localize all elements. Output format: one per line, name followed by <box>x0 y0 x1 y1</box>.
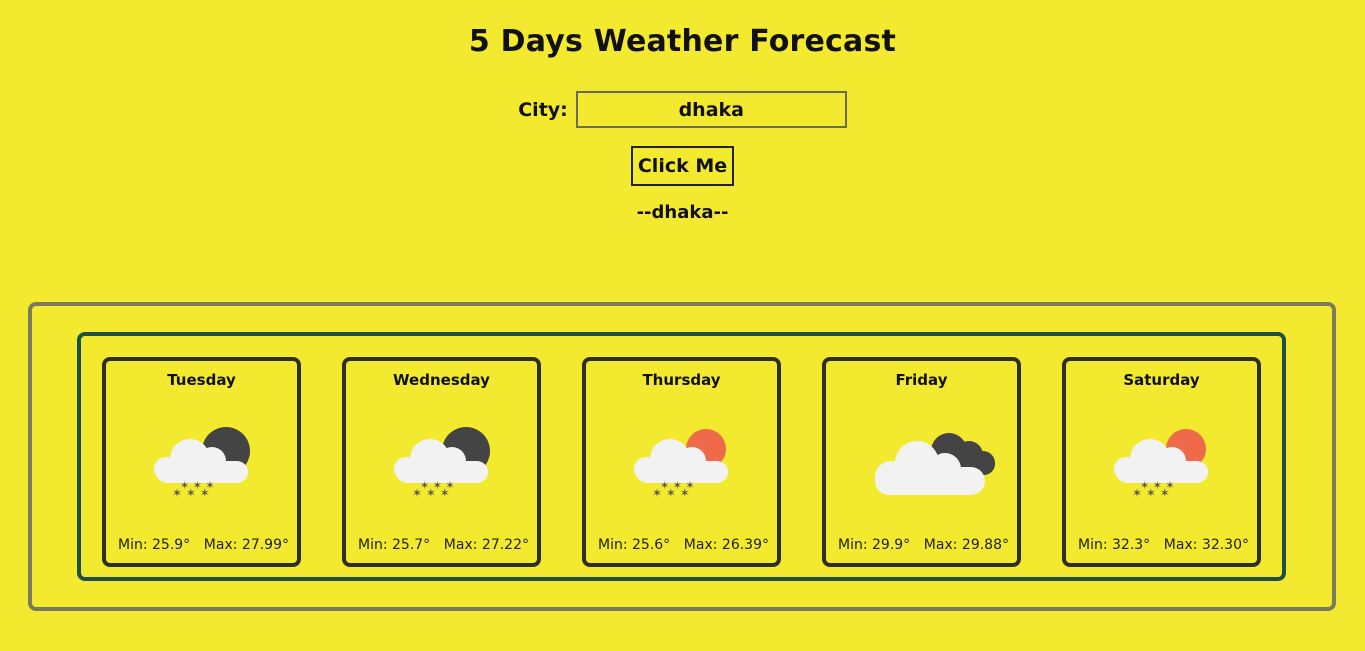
rain-cloud-moon-icon: ✶ ✶ ✶ ✶ ✶ ✶ <box>394 427 490 500</box>
temperature-row: Min: 32.3° Max: 32.30° <box>1066 537 1257 553</box>
rain-cloud-sun-icon: ✶ ✶ ✶ ✶ ✶ ✶ <box>634 429 728 500</box>
day-name: Friday <box>895 371 948 389</box>
click-me-button[interactable]: Click Me <box>630 146 735 186</box>
min-temp: Min: 32.3° <box>1078 537 1151 553</box>
svg-text:✶ ✶ ✶: ✶ ✶ ✶ <box>1140 479 1175 492</box>
city-result-label: --dhaka-- <box>636 202 729 223</box>
day-name: Wednesday <box>393 371 490 389</box>
temperature-row: Min: 25.6° Max: 26.39° <box>586 537 777 553</box>
city-input[interactable] <box>575 91 847 128</box>
forecast-card-friday: Friday Min: 29.9° Max: 29.88° <box>822 357 1021 567</box>
min-temp: Min: 25.9° <box>118 537 191 553</box>
max-temp: Max: 29.88° <box>923 537 1009 553</box>
forecast-card-saturday: Saturday ✶ ✶ ✶ ✶ ✶ ✶ Min: 32.3° Max: 32.… <box>1062 357 1261 567</box>
min-temp: Min: 25.7° <box>358 537 431 553</box>
svg-text:✶ ✶ ✶: ✶ ✶ ✶ <box>420 479 455 492</box>
max-temp: Max: 27.22° <box>443 537 529 553</box>
min-temp: Min: 25.6° <box>598 537 671 553</box>
min-temp: Min: 29.9° <box>838 537 911 553</box>
max-temp: Max: 27.99° <box>203 537 289 553</box>
day-name: Tuesday <box>167 371 236 389</box>
svg-text:✶ ✶ ✶: ✶ ✶ ✶ <box>180 479 215 492</box>
page-title: 5 Days Weather Forecast <box>468 24 897 59</box>
button-row: Click Me <box>0 146 1365 186</box>
rain-cloud-sun-icon: ✶ ✶ ✶ ✶ ✶ ✶ <box>1114 429 1208 500</box>
weather-app: 5 Days Weather Forecast City: Click Me -… <box>0 0 1365 651</box>
day-name: Thursday <box>642 371 721 389</box>
forecast-card-thursday: Thursday ✶ ✶ ✶ ✶ ✶ ✶ Min: 25.6° Max: 26.… <box>582 357 781 567</box>
forecast-card-tuesday: Tuesday ✶ ✶ ✶ ✶ ✶ ✶ Min: 25.9° Max: 27.9… <box>102 357 301 567</box>
temperature-row: Min: 25.9° Max: 27.99° <box>106 537 297 553</box>
svg-text:✶ ✶ ✶: ✶ ✶ ✶ <box>660 479 695 492</box>
max-temp: Max: 32.30° <box>1163 537 1249 553</box>
temperature-row: Min: 29.9° Max: 29.88° <box>826 537 1017 553</box>
dark-clouds-icon <box>875 433 995 495</box>
rain-cloud-moon-icon: ✶ ✶ ✶ ✶ ✶ ✶ <box>154 427 250 500</box>
forecast-card-wednesday: Wednesday ✶ ✶ ✶ ✶ ✶ ✶ Min: 25.7° Max: 27… <box>342 357 541 567</box>
day-name: Saturday <box>1123 371 1200 389</box>
temperature-row: Min: 25.7° Max: 27.22° <box>346 537 537 553</box>
city-search-row: City: <box>0 91 1365 128</box>
max-temp: Max: 26.39° <box>683 537 769 553</box>
city-label: City: <box>518 98 568 121</box>
